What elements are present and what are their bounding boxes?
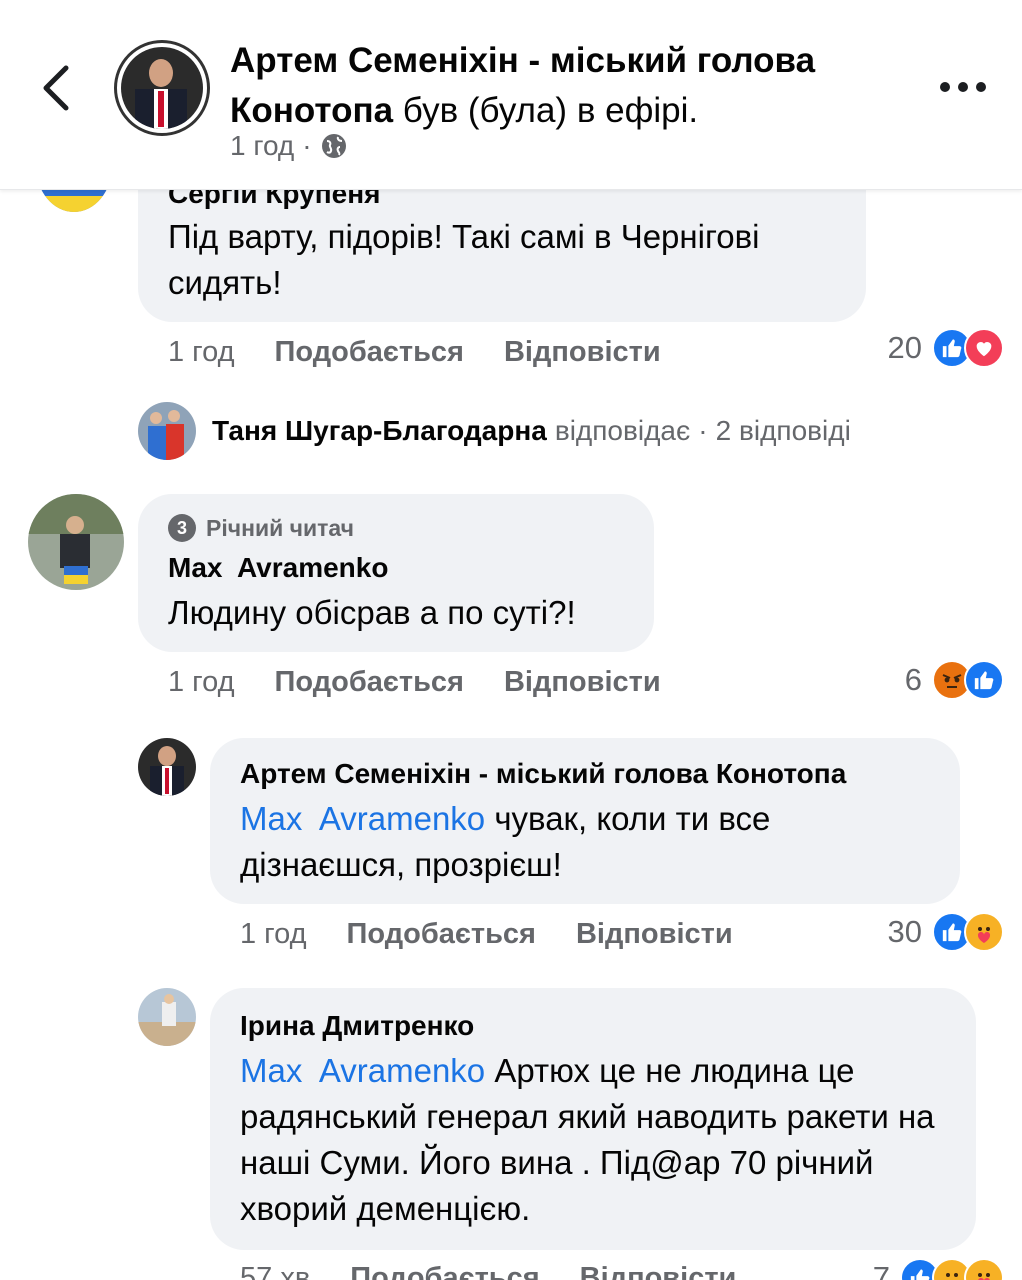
like-icon	[964, 660, 1004, 700]
reaction-count: 20	[887, 330, 922, 365]
reply-action-text: відповідає	[554, 415, 691, 446]
commenter-name[interactable]: Ірина Дмитренко	[240, 1010, 474, 1042]
reaction-summary[interactable]: 20	[888, 328, 1004, 368]
mention-link[interactable]: Max Avramenko	[240, 1052, 485, 1089]
like-button[interactable]: Подобається	[275, 336, 464, 369]
reply-button[interactable]: Відповісти	[504, 666, 661, 699]
reaction-summary[interactable]: 7	[873, 1258, 1004, 1280]
love-icon	[964, 328, 1004, 368]
like-button[interactable]: Подобається	[275, 666, 464, 699]
avatar-max[interactable]	[28, 494, 124, 590]
comment-time: 1 год	[168, 666, 235, 698]
comment-actions: 1 год Подобається Відповісти	[168, 666, 661, 699]
badge-icon: 3	[168, 514, 196, 542]
post-time[interactable]: 1 год	[230, 130, 294, 162]
commenter-name[interactable]: Артем Семеніхін - міський голова Конотоп…	[240, 758, 846, 790]
comment-bubble-iryna: Ірина Дмитренко Max Avramenko Артюх це н…	[210, 988, 976, 1250]
reaction-count: 30	[887, 914, 922, 949]
reaction-summary[interactable]: 6	[905, 660, 1004, 700]
mention-link[interactable]: Max Avramenko	[240, 800, 485, 837]
post-title: Артем Семеніхін - міський голова Конотоп…	[230, 36, 930, 136]
comment-text: Людину обісрав а по суті?!	[168, 594, 576, 631]
comment-bubble-artem: Артем Семеніхін - міський голова Конотоп…	[210, 738, 960, 904]
badge-label: Річний читач	[206, 514, 354, 541]
page-avatar[interactable]	[114, 40, 210, 136]
live-status: був (була) в ефірі.	[393, 91, 699, 130]
reply-author-name: Таня Шугар-Благодарна	[212, 415, 547, 446]
comment-text: Max Avramenko чувак, коли ти все дізнаєш…	[240, 796, 940, 888]
separator: ·	[302, 130, 312, 161]
comment-text: Під варту, підорів! Такі самі в Чернігов…	[168, 218, 760, 301]
view-replies-row[interactable]: Таня Шугар-Благодарна відповідає · 2 від…	[138, 402, 851, 460]
comment-text: Max Avramenko Артюх це не людина це радя…	[240, 1048, 956, 1232]
care-icon	[964, 1258, 1004, 1280]
back-button[interactable]	[36, 58, 80, 118]
top-fan-badge: 3 Річний читач	[168, 514, 354, 542]
comment-bubble-max: 3 Річний читач Max Avramenko Людину обіс…	[138, 494, 654, 652]
comment-actions: 1 год Подобається Відповісти	[168, 336, 661, 369]
avatar-artem[interactable]	[138, 738, 196, 796]
reaction-summary[interactable]: 30	[888, 912, 1004, 952]
reply-button[interactable]: Відповісти	[504, 336, 661, 369]
reply-button[interactable]: Відповісти	[576, 918, 733, 951]
comment-time: 57 хв	[240, 1262, 311, 1280]
more-options-button[interactable]	[940, 72, 990, 102]
reply-button[interactable]: Відповісти	[580, 1262, 737, 1280]
reaction-count: 7	[872, 1260, 890, 1280]
comment-time: 1 год	[168, 336, 235, 368]
more-dot-icon	[958, 82, 968, 92]
post-meta: 1 год ·	[230, 130, 348, 162]
avatar-iryna[interactable]	[138, 988, 196, 1046]
like-button[interactable]: Подобається	[350, 1262, 539, 1280]
care-icon	[964, 912, 1004, 952]
reply-count: 2 відповіді	[715, 415, 851, 446]
comment-actions: 57 хв Подобається Відповісти	[240, 1262, 736, 1280]
more-dot-icon	[976, 82, 986, 92]
comment-actions: 1 год Подобається Відповісти	[240, 918, 733, 951]
more-dot-icon	[940, 82, 950, 92]
like-button[interactable]: Подобається	[347, 918, 536, 951]
reaction-count: 6	[904, 662, 922, 697]
post-header: Артем Семеніхін - міський голова Конотоп…	[0, 0, 1022, 190]
avatar-tanya	[138, 402, 196, 460]
comment-time: 1 год	[240, 918, 307, 950]
globe-icon	[321, 134, 346, 158]
separator: ·	[698, 415, 708, 446]
chevron-left-icon	[43, 65, 69, 111]
commenter-name[interactable]: Max Avramenko	[168, 552, 388, 584]
